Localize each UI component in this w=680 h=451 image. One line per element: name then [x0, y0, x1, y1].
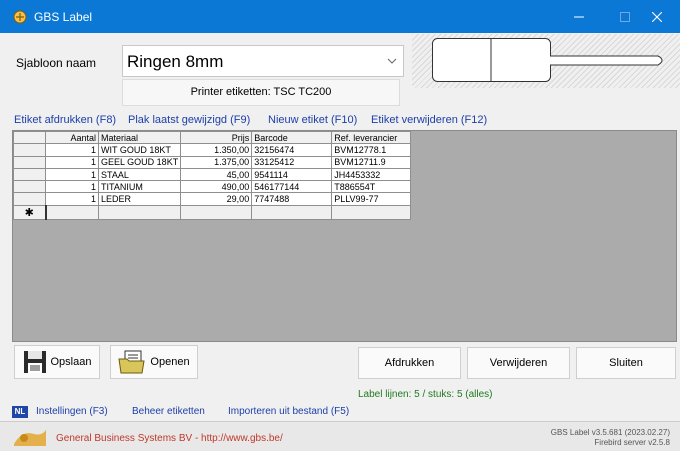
- minimize-icon: [574, 16, 584, 17]
- bottom-menu: NL Instellingen (F3) Beheer etiketten Im…: [0, 404, 680, 420]
- title-bar: GBS Label: [0, 0, 680, 33]
- new-cell-ref[interactable]: [331, 204, 412, 220]
- maximize-icon: [620, 11, 630, 22]
- cell-ref[interactable]: PLLV99-77: [331, 192, 412, 206]
- manage-labels-link[interactable]: Beheer etiketten: [132, 406, 205, 417]
- table-header-row: Aantal Materiaal Prijs Barcode Ref. leve…: [13, 130, 412, 145]
- column-header-aantal[interactable]: Aantal: [45, 130, 99, 145]
- label-grid[interactable]: Aantal Materiaal Prijs Barcode Ref. leve…: [12, 130, 677, 342]
- cell-prijs[interactable]: 1.375,00: [180, 155, 253, 169]
- cell-prijs[interactable]: 29,00: [180, 192, 253, 206]
- server-version-text: Firebird server v2.5.8: [594, 438, 670, 447]
- template-select[interactable]: Ringen 8mm: [122, 45, 404, 77]
- open-button-label: Openen: [150, 356, 190, 368]
- new-cell-barcode[interactable]: [251, 204, 333, 220]
- delete-label-link[interactable]: Etiket verwijderen (F12): [371, 114, 487, 126]
- cell-aantal[interactable]: 1: [45, 167, 99, 182]
- new-row-marker: ✱: [13, 204, 46, 220]
- folder-open-icon: [118, 350, 146, 374]
- print-button[interactable]: Afdrukken: [358, 347, 461, 379]
- close-button[interactable]: [634, 0, 680, 33]
- cell-prijs[interactable]: 45,00: [180, 167, 253, 182]
- column-header-ref[interactable]: Ref. leverancier: [331, 130, 412, 145]
- action-links: Etiket afdrukken (F8) Plak laatst gewijz…: [0, 112, 680, 128]
- row-selector[interactable]: [13, 143, 46, 157]
- close-window-button[interactable]: Sluiten: [576, 347, 676, 379]
- cell-barcode[interactable]: 7747488: [251, 192, 333, 206]
- cell-ref[interactable]: BVM12711.9: [331, 155, 412, 169]
- cell-ref[interactable]: T886554T: [331, 180, 412, 194]
- chevron-down-icon: [387, 58, 397, 64]
- cell-aantal[interactable]: 1: [45, 155, 99, 169]
- ring-label-shape-icon: [432, 38, 663, 82]
- cell-ref[interactable]: JH4453332: [331, 167, 412, 182]
- row-selector-header: [13, 130, 46, 145]
- open-button[interactable]: Openen: [110, 345, 198, 379]
- row-selector[interactable]: [13, 167, 46, 182]
- cell-aantal[interactable]: 1: [45, 192, 99, 206]
- label-table: Aantal Materiaal Prijs Barcode Ref. leve…: [13, 130, 412, 220]
- row-selector[interactable]: [13, 192, 46, 206]
- cell-materiaal[interactable]: WIT GOUD 18KT: [97, 143, 182, 157]
- cell-barcode[interactable]: 546177144: [251, 180, 333, 194]
- language-badge[interactable]: NL: [12, 406, 28, 418]
- minimize-button[interactable]: [556, 0, 602, 33]
- table-row[interactable]: 1 GEEL GOUD 18KT 1.375,00 33125412 BVM12…: [13, 155, 412, 169]
- new-cell-prijs[interactable]: [180, 204, 253, 220]
- print-label-link[interactable]: Etiket afdrukken (F8): [14, 114, 116, 126]
- close-icon: [652, 11, 662, 22]
- row-selector[interactable]: [13, 180, 46, 194]
- new-cell-aantal[interactable]: [44, 204, 99, 220]
- company-link[interactable]: General Business Systems BV - http://www…: [56, 433, 283, 444]
- floppy-disk-icon: [23, 351, 46, 373]
- app-icon: [13, 10, 27, 24]
- gbs-logo-icon: [14, 430, 46, 446]
- cell-aantal[interactable]: 1: [45, 143, 99, 157]
- window-title: GBS Label: [34, 10, 93, 24]
- cell-barcode[interactable]: 9541114: [251, 167, 333, 182]
- table-row[interactable]: 1 TITANIUM 490,00 546177144 T886554T: [13, 180, 412, 194]
- cell-materiaal[interactable]: GEEL GOUD 18KT: [97, 155, 182, 169]
- printer-button[interactable]: Printer etiketten: TSC TC200: [122, 79, 400, 106]
- paste-last-link[interactable]: Plak laatst gewijzigd (F9): [128, 114, 250, 126]
- new-label-link[interactable]: Nieuw etiket (F10): [268, 114, 357, 126]
- label-preview: [412, 34, 680, 88]
- column-header-materiaal[interactable]: Materiaal: [97, 130, 182, 145]
- row-selector[interactable]: [13, 155, 46, 169]
- table-row[interactable]: 1 LEDER 29,00 7747488 PLLV99-77: [13, 192, 412, 206]
- cell-prijs[interactable]: 1.350,00: [180, 143, 253, 157]
- cell-prijs[interactable]: 490,00: [180, 180, 253, 194]
- save-button-label: Opslaan: [50, 356, 92, 368]
- template-label: Sjabloon naam: [16, 56, 97, 70]
- cell-materiaal[interactable]: TITANIUM: [97, 180, 182, 194]
- table-row[interactable]: 1 WIT GOUD 18KT 1.350,00 32156474 BVM127…: [13, 143, 412, 157]
- new-cell-materiaal[interactable]: [97, 204, 182, 220]
- cell-aantal[interactable]: 1: [45, 180, 99, 194]
- remove-button[interactable]: Verwijderen: [467, 347, 570, 379]
- cell-materiaal[interactable]: STAAL: [97, 167, 182, 182]
- footer: General Business Systems BV - http://www…: [0, 421, 680, 451]
- column-header-prijs[interactable]: Prijs: [180, 130, 253, 145]
- template-select-value: Ringen 8mm: [127, 52, 224, 71]
- save-button[interactable]: Opslaan: [14, 345, 100, 379]
- table-row[interactable]: 1 STAAL 45,00 9541114 JH4453332: [13, 167, 412, 182]
- cell-barcode[interactable]: 33125412: [251, 155, 333, 169]
- settings-link[interactable]: Instellingen (F3): [36, 406, 108, 417]
- version-text: GBS Label v3.5.681 (2023.02.27): [550, 428, 670, 437]
- label-lines-status: Label lijnen: 5 / stuks: 5 (alles): [358, 389, 493, 400]
- new-row[interactable]: ✱: [13, 204, 412, 220]
- cell-materiaal[interactable]: LEDER: [97, 192, 182, 206]
- cell-ref[interactable]: BVM12778.1: [331, 143, 412, 157]
- column-header-barcode[interactable]: Barcode: [251, 130, 333, 145]
- import-file-link[interactable]: Importeren uit bestand (F5): [228, 406, 349, 417]
- cell-barcode[interactable]: 32156474: [251, 143, 333, 157]
